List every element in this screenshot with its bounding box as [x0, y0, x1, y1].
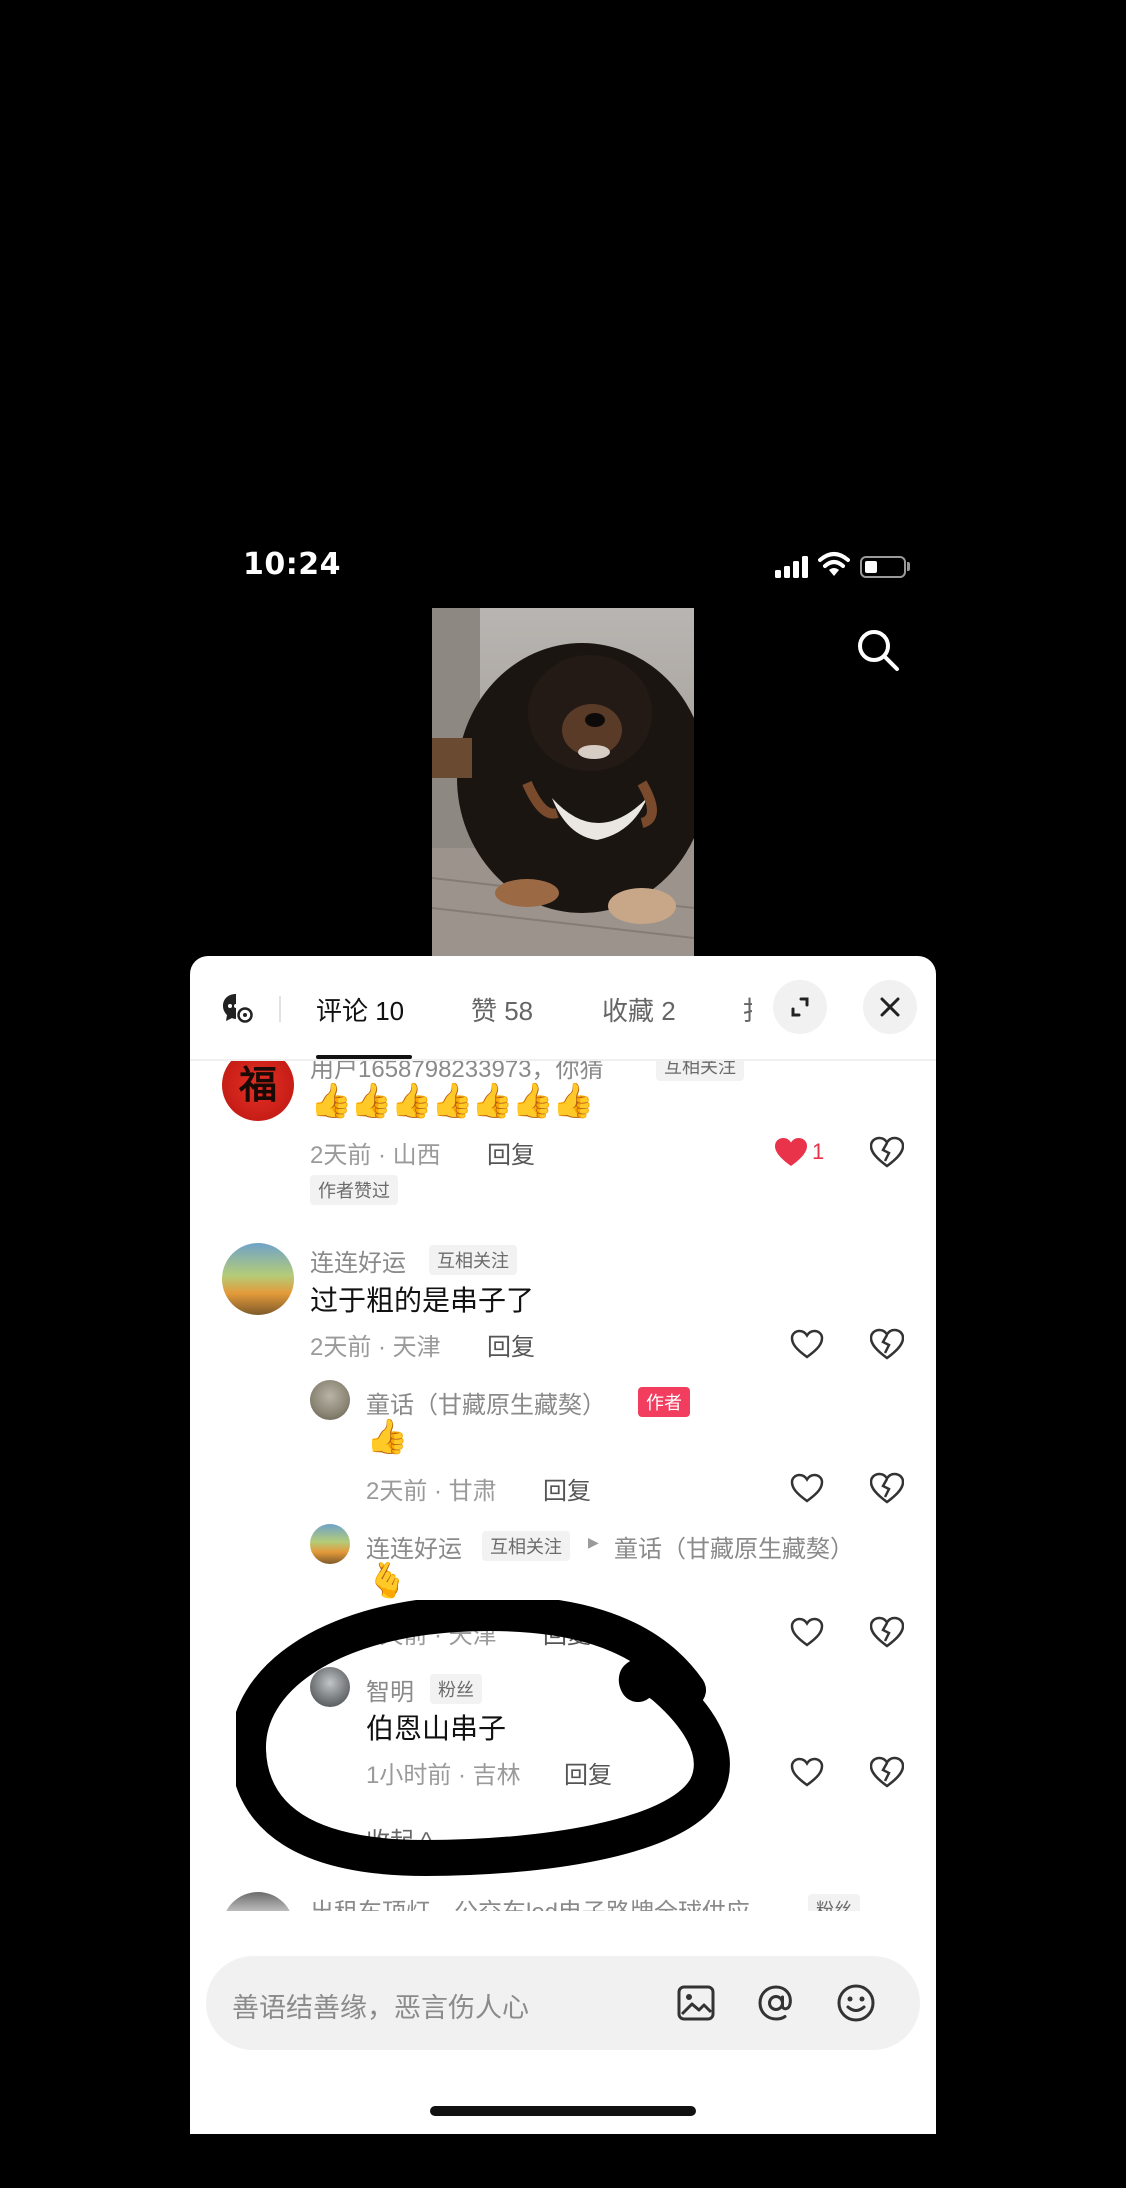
battery-cap: [907, 562, 910, 571]
fan-tag: 粉丝: [430, 1674, 482, 1704]
reply-username[interactable]: 智明: [366, 1672, 414, 1707]
emoji-icon[interactable]: [836, 1983, 876, 2023]
tab-more[interactable]: 扌: [742, 991, 752, 1028]
expand-button[interactable]: [773, 980, 827, 1034]
close-button[interactable]: [863, 980, 917, 1034]
tab-comments[interactable]: 评论 10: [316, 991, 404, 1028]
avatar[interactable]: [310, 1524, 350, 1564]
mutual-follow-tag: 互相关注: [482, 1531, 570, 1561]
at-icon[interactable]: [756, 1983, 796, 2023]
search-icon[interactable]: [855, 627, 901, 673]
comment-text: 过于粗的是串子了: [310, 1285, 535, 1316]
reply-button[interactable]: 回复: [543, 1471, 591, 1506]
cellular-signal-icon: [775, 556, 809, 578]
reply-button[interactable]: 回复: [564, 1755, 612, 1790]
expand-icon: [791, 997, 809, 1017]
tab-favorites[interactable]: 收藏 2: [602, 991, 676, 1028]
like-count: 1: [812, 1139, 825, 1164]
dog-image: [432, 608, 694, 956]
status-time: 10:24: [243, 547, 341, 582]
broken-heart-icon[interactable]: [870, 1616, 904, 1648]
reply-button[interactable]: 回复: [487, 1135, 535, 1170]
heart-icon[interactable]: [790, 1329, 824, 1359]
heart-icon[interactable]: [774, 1137, 808, 1167]
tab-bar: 评论 10 赞 58 收藏 2 扌: [190, 956, 936, 1061]
reply-meta: 1小时前 · 吉林: [366, 1762, 521, 1789]
broken-heart-icon[interactable]: [870, 1756, 904, 1788]
image-icon[interactable]: [676, 1983, 716, 2023]
author-liked-badge: 作者赞过: [310, 1175, 398, 1205]
comment-meta: 2天前 · 山西: [310, 1142, 441, 1169]
reply-username[interactable]: 童话（甘藏原生藏獒）: [366, 1385, 606, 1420]
reply-username[interactable]: 连连好运: [366, 1529, 462, 1564]
reply-button[interactable]: 回复: [543, 1615, 591, 1650]
avatar[interactable]: 福: [222, 1061, 294, 1121]
fan-tag: 粉丝: [808, 1894, 860, 1911]
reply-meta: 2天前 · 甘肃: [366, 1478, 497, 1505]
reply-arrow-icon: ▶: [588, 1535, 599, 1551]
heart-icon[interactable]: [790, 1617, 824, 1647]
reply-text: 伯恩山串子: [366, 1713, 507, 1744]
close-icon: [880, 997, 900, 1017]
reply-emoji: 🫰: [366, 1561, 408, 1601]
chat-settings-icon[interactable]: [220, 991, 254, 1025]
comment-username[interactable]: 出租车顶灯，公交车led电子路牌全球供应: [310, 1892, 750, 1911]
comment-input[interactable]: 善语结善缘，恶言伤人心: [206, 1956, 920, 2050]
avatar[interactable]: [222, 1243, 294, 1315]
broken-heart-icon[interactable]: [870, 1328, 904, 1360]
reply-meta: 2天前 · 天津: [366, 1622, 497, 1649]
comment-meta: 2天前 · 天津: [310, 1334, 441, 1361]
battery-icon: [860, 556, 906, 578]
tab-likes[interactable]: 赞 58: [471, 991, 533, 1028]
mutual-follow-tag: 互相关注: [429, 1245, 517, 1275]
author-tag: 作者: [638, 1387, 690, 1417]
reply-to-username[interactable]: 童话（甘藏原生藏獒）: [614, 1529, 854, 1564]
video-thumbnail[interactable]: [432, 608, 694, 956]
heart-icon[interactable]: [790, 1473, 824, 1503]
wifi-icon: [818, 552, 850, 576]
comment-list: 福 用户1658798233973，你猜 互相关注 👍👍👍👍👍👍👍 2天前 · …: [190, 1061, 936, 1911]
avatar[interactable]: [310, 1380, 350, 1420]
mutual-follow-tag: 互相关注: [656, 1061, 744, 1081]
collapse-replies-button[interactable]: 收起 ^: [366, 1821, 432, 1856]
home-indicator: [430, 2106, 696, 2116]
tab-separator: [279, 996, 281, 1022]
reply-button[interactable]: 回复: [487, 1327, 535, 1362]
broken-heart-icon[interactable]: [870, 1136, 904, 1168]
comments-sheet: 评论 10 赞 58 收藏 2 扌 福 用户1658798233973，你猜 互…: [190, 956, 936, 2134]
comment-emoji: 👍👍👍👍👍👍👍: [310, 1081, 594, 1121]
avatar[interactable]: [222, 1892, 294, 1911]
broken-heart-icon[interactable]: [870, 1472, 904, 1504]
comment-username[interactable]: 连连好运: [310, 1243, 406, 1278]
avatar[interactable]: [310, 1667, 350, 1707]
reply-emoji: 👍: [366, 1417, 408, 1457]
heart-icon[interactable]: [790, 1757, 824, 1787]
comment-input-placeholder: 善语结善缘，恶言伤人心: [232, 1993, 529, 2023]
